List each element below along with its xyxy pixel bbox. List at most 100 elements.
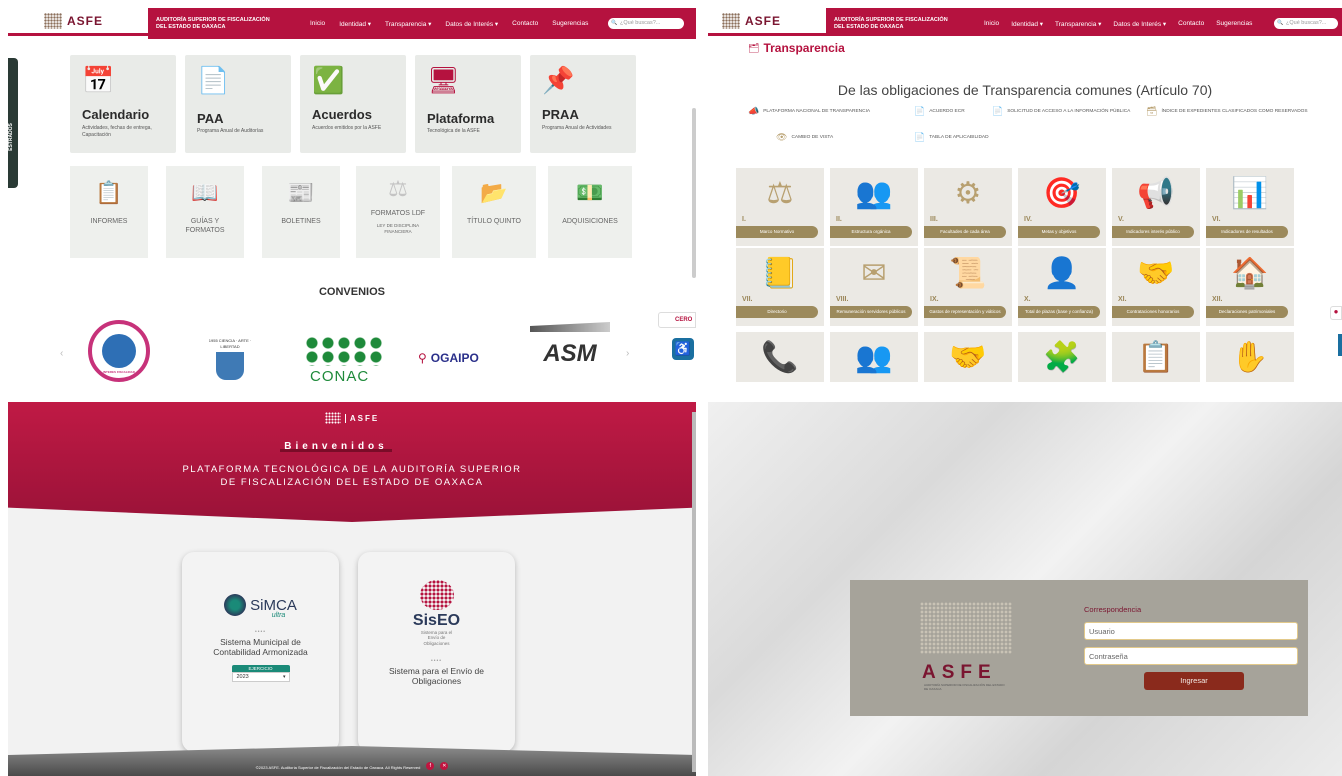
cero-badge-small[interactable]: ● (1330, 306, 1342, 320)
menu-identidad[interactable]: Identidad ▾ (339, 20, 371, 28)
card-calendario[interactable]: 📅 Calendario Actividades, fechas de entr… (70, 55, 176, 153)
logo-ogaipo[interactable]: ⚲ OGAIPO (418, 348, 508, 368)
link-label: TABLA DE APLICABILIDAD (929, 135, 989, 140)
asfe-emblem-icon (920, 602, 1012, 654)
obligation-number: II. (836, 216, 842, 223)
menu-inicio[interactable]: Inicio (984, 20, 999, 28)
accessibility-icon[interactable]: ♿ (672, 338, 694, 360)
top-navbar: ASFE AUDITORÍA SUPERIOR DE FISCALIZACIÓN… (708, 8, 1342, 39)
obligation-tile[interactable]: 📒 VII. Directorio (736, 248, 824, 326)
card-simca[interactable]: SiMCA ultra •••• Sistema Municipal de Co… (182, 552, 339, 752)
asfe-logo[interactable]: ASFE (8, 12, 148, 29)
link-label: CAMBIO DE VISTA (791, 135, 834, 140)
search-input[interactable]: ¿Qué buscas?... (1274, 18, 1338, 29)
obligation-icon: 📒 (761, 257, 799, 290)
main-menu: Inicio Identidad ▾ Transparencia ▾ Datos… (984, 20, 1252, 28)
card-siseo[interactable]: SisEO Sistema para el Envío de Obligacio… (358, 552, 515, 752)
welcome-banner: Bienvenidos (280, 436, 392, 452)
card-plataforma[interactable]: 🖥 Plataforma Tecnológica de la ASFE (415, 55, 521, 153)
card-title: ADQUISICIONES (562, 218, 618, 225)
menu-sugerencias[interactable]: Sugerencias (552, 20, 588, 28)
password-field[interactable]: Contraseña (1084, 647, 1298, 665)
obligation-tile[interactable]: 🏠 XII. Declaraciones patrimoniales (1206, 248, 1294, 326)
link-acuerdo-ecr[interactable]: 📄 ACUERDO ECR (914, 106, 965, 117)
card-informes[interactable]: 📋 INFORMES (70, 166, 148, 258)
estrados-side-tab[interactable]: ESTRADOS (8, 58, 18, 188)
menu-sugerencias[interactable]: Sugerencias (1216, 20, 1252, 28)
carousel-prev-icon[interactable]: ‹ (60, 348, 63, 359)
link-pnt[interactable]: 📣 PLATAFORMA NACIONAL DE TRANSPARENCIA (748, 106, 870, 117)
x-social-icon[interactable]: ✕ (440, 762, 449, 770)
obligation-icon: ⚖ (766, 177, 794, 210)
card-praa[interactable]: 📌 PRAA Programa Anual de Actividades (530, 55, 636, 153)
link-tabla-aplicabilidad[interactable]: 📄 TABLA DE APLICABILIDAD (914, 132, 989, 143)
menu-identidad[interactable]: Identidad ▾ (1011, 20, 1043, 28)
obligation-tile[interactable]: 🤝 (924, 332, 1012, 382)
logo-conac[interactable]: CONAC (304, 330, 394, 382)
menu-contacto[interactable]: Contacto (512, 20, 538, 28)
link-solicitud[interactable]: 📄 SOLICITUD DE ACCESO A LA INFORMACIÓN PÚ… (992, 106, 1130, 117)
scrollbar[interactable] (692, 108, 696, 278)
obligation-tile[interactable]: 🎯 IV. Metas y objetivos (1018, 168, 1106, 246)
card-paa[interactable]: 📄 PAA Programa Anual de Auditorías (185, 55, 291, 153)
card-boletines[interactable]: 📰 BOLETINES (262, 166, 340, 258)
obligation-tile[interactable]: 📞 (736, 332, 824, 382)
logo-universidad[interactable]: 1955 CIENCIA · ARTE · LIBERTAD (203, 326, 257, 382)
accessibility-icon[interactable] (1338, 334, 1342, 356)
carousel-next-icon[interactable]: › (626, 348, 629, 359)
cero-badge[interactable]: CERO (658, 312, 696, 328)
card-guias[interactable]: 📖 GUÍAS Y FORMATOS (166, 166, 244, 258)
logo-label: 1955 CIENCIA · ARTE · LIBERTAD (208, 338, 252, 349)
obligation-tile[interactable]: 📊 VI. Indicadores de resultados (1206, 168, 1294, 246)
obligation-number: IX. (930, 296, 939, 303)
card-titulo-quinto[interactable]: 📂 TÍTULO QUINTO (452, 166, 536, 258)
obligation-tile[interactable]: ✋ (1206, 332, 1294, 382)
obligation-icon: 📋 (1137, 341, 1175, 374)
menu-datos-interes[interactable]: Datos de Interés ▾ (445, 20, 498, 28)
menu-datos-interes[interactable]: Datos de Interés ▾ (1113, 20, 1166, 28)
megaphone-icon: 📣 (748, 106, 760, 116)
login-button[interactable]: Ingresar (1144, 672, 1244, 690)
obligation-tile[interactable]: ✉ VIII. Remuneración servidores públicos (830, 248, 918, 326)
login-box: ASFE AUDITORÍA SUPERIOR DE FISCALIZACIÓN… (850, 580, 1308, 716)
menu-inicio[interactable]: Inicio (310, 20, 325, 28)
obligation-number: IV. (1024, 216, 1032, 223)
username-field[interactable]: Usuario (1084, 622, 1298, 640)
year-dropdown[interactable]: 2023 ▾ (231, 672, 290, 683)
obligation-tile[interactable]: 👤 X. Total de plazas (base y confianza) (1018, 248, 1106, 326)
obligation-tile[interactable]: 🤝 XI. Contrataciones honorarios (1112, 248, 1200, 326)
logo-interes-fiscalidad[interactable]: INTERES FISCALIDAD (88, 320, 150, 382)
year-select[interactable]: EJERCICIO 2023 ▾ (231, 665, 290, 683)
card-title: Acuerdos (312, 107, 372, 122)
menu-contacto[interactable]: Contacto (1178, 20, 1204, 28)
obligation-label: Total de plazas (base y confianza) (1018, 306, 1100, 318)
facebook-icon[interactable]: f (426, 762, 435, 770)
obligation-icon: 📊 (1231, 177, 1269, 210)
ogaipo-pin-icon: ⚲ (418, 351, 427, 365)
asfe-abbr: ASFE (922, 662, 997, 683)
link-cambio-vista[interactable]: 👁 CAMBIO DE VISTA (776, 132, 833, 143)
convenios-heading: CONVENIOS (318, 286, 385, 298)
card-adquisiciones[interactable]: 💵 ADQUISICIONES (548, 166, 632, 258)
scrollbar[interactable] (692, 412, 696, 772)
search-input[interactable]: ¿Qué buscas?... (608, 18, 684, 29)
obligation-tile[interactable]: ⚖ I. Marco Normativo (736, 168, 824, 246)
card-acuerdos[interactable]: ✅ Acuerdos Acuerdos emitidos por la ASFE (300, 55, 406, 153)
obligation-tile[interactable]: 📋 (1112, 332, 1200, 382)
obligation-tile[interactable]: 👥 II. Estructura orgánica (830, 168, 918, 246)
link-indice-reservados[interactable]: 🗃 ÍNDICE DE EXPEDIENTES CLASIFICADOS COMO… (1146, 106, 1308, 117)
menu-transparencia[interactable]: Transparencia ▾ (385, 20, 431, 28)
obligation-icon: 🧩 (1043, 341, 1081, 374)
obligation-number: X. (1024, 296, 1031, 303)
asfe-logo[interactable]: ASFE (708, 12, 826, 29)
obligation-tile[interactable]: 👥 (830, 332, 918, 382)
obligation-tile[interactable]: 📜 IX. Gastos de representación y viáticos (924, 248, 1012, 326)
card-formatos-ldf[interactable]: ⚖ FORMATOS LDF LEY DE DISCIPLINA FINANCI… (356, 166, 440, 258)
menu-transparencia[interactable]: Transparencia ▾ (1055, 20, 1101, 28)
obligation-tile[interactable]: 📢 V. Indicadores interés público (1112, 168, 1200, 246)
obligation-tile[interactable]: ⚙ III. Facultades de cada área (924, 168, 1012, 246)
obligation-label: Marco Normativo (736, 226, 818, 238)
logo-asm[interactable]: ASM (530, 322, 610, 380)
report-icon: 📋 (95, 180, 123, 205)
obligation-tile[interactable]: 🧩 (1018, 332, 1106, 382)
